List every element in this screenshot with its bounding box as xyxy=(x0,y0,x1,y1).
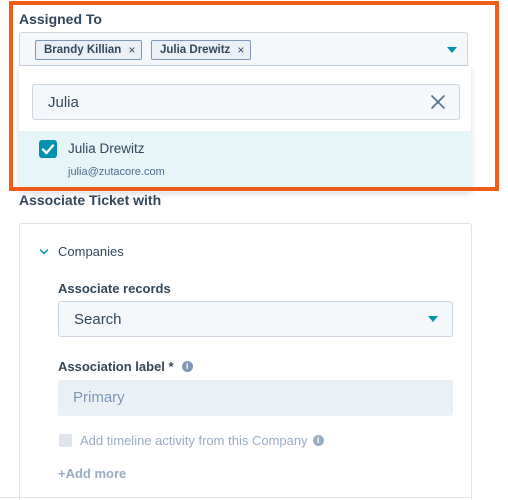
association-label-select[interactable]: Primary xyxy=(58,380,453,416)
timeline-activity-option: Add timeline activity from this Company … xyxy=(59,433,324,448)
checkbox-disabled xyxy=(59,434,72,447)
highlight-frame xyxy=(9,1,499,191)
timeline-activity-label: Add timeline activity from this Company xyxy=(80,433,308,448)
association-label-text: Association label * xyxy=(58,359,174,374)
info-icon[interactable]: i xyxy=(181,361,193,372)
add-more-button[interactable]: +Add more xyxy=(58,466,126,481)
association-label-heading: Association label * i xyxy=(58,359,193,374)
associate-ticket-heading: Associate Ticket with xyxy=(19,192,162,208)
associate-records-select[interactable]: Search xyxy=(58,301,453,337)
caret-down-icon xyxy=(428,316,438,322)
companies-toggle[interactable]: Companies xyxy=(39,244,124,259)
info-icon[interactable]: i xyxy=(312,435,324,446)
associate-records-label: Associate records xyxy=(58,281,171,296)
divider xyxy=(0,497,470,498)
companies-label: Companies xyxy=(58,244,124,259)
records-select-value: Search xyxy=(74,311,122,328)
chevron-down-icon xyxy=(39,248,49,254)
association-label-value: Primary xyxy=(73,389,125,406)
